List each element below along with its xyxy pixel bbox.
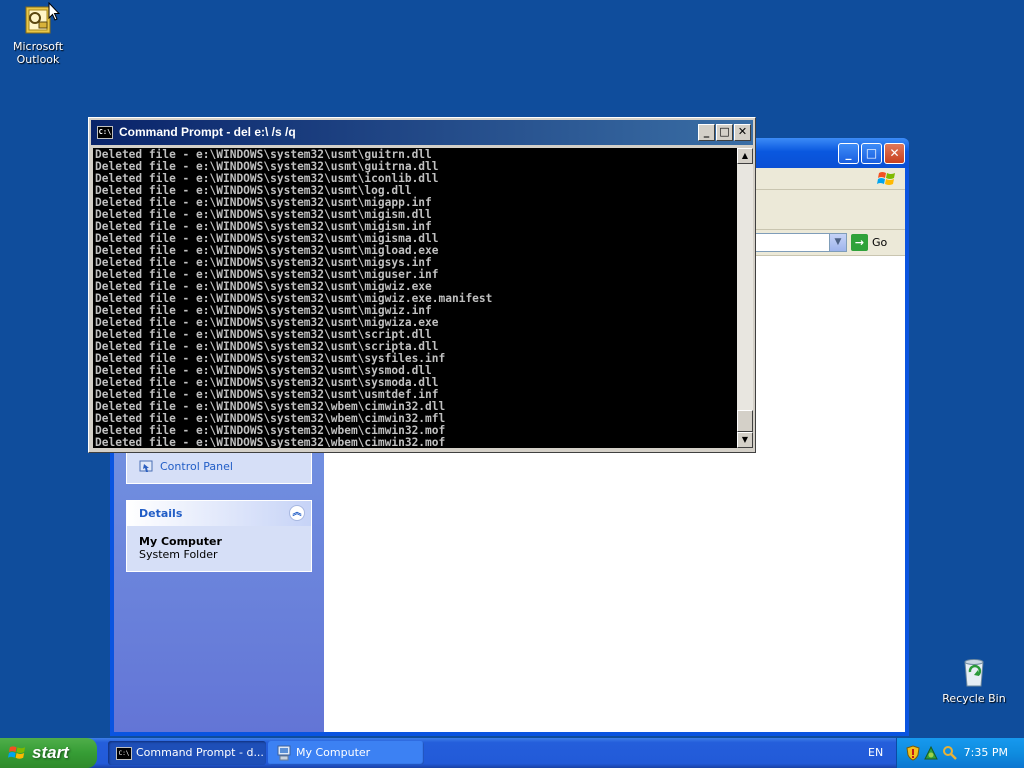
- collapse-chevron-icon[interactable]: ︽: [289, 505, 305, 521]
- cmd-close-button[interactable]: ✕: [734, 124, 751, 141]
- cmd-icon: C:\: [97, 126, 113, 139]
- cmd-minimize-button[interactable]: _: [698, 124, 715, 141]
- close-button[interactable]: ✕: [884, 143, 905, 164]
- control-panel-icon: [139, 460, 153, 472]
- cmd-titlebar[interactable]: C:\ Command Prompt - del e:\ /s /q _ □ ✕: [91, 120, 753, 145]
- cmd-maximize-button[interactable]: □: [716, 124, 733, 141]
- scroll-up-icon[interactable]: ▲: [737, 148, 753, 164]
- details-subtitle: System Folder: [139, 548, 218, 561]
- desktop-icon-label: Recycle Bin: [942, 692, 1006, 705]
- recycle-bin-icon: [958, 656, 990, 688]
- computer-icon: [277, 745, 291, 761]
- details-box: Details ︽ My Computer System Folder: [126, 500, 312, 572]
- taskbar: start C:\ Command Prompt - d... My Compu…: [0, 738, 1024, 768]
- control-panel-link[interactable]: Control Panel: [139, 460, 233, 474]
- details-title: My Computer: [139, 535, 222, 548]
- search-icon[interactable]: [942, 745, 958, 761]
- security-shield-icon[interactable]: [905, 745, 921, 761]
- scroll-down-icon[interactable]: ▼: [737, 432, 753, 448]
- mouse-cursor-icon: [48, 2, 60, 21]
- go-arrow-icon: →: [851, 234, 868, 251]
- other-places-box: Control Panel: [126, 452, 312, 484]
- cmd-icon: C:\: [116, 747, 132, 760]
- go-label: Go: [872, 236, 888, 249]
- console-output[interactable]: Deleted file - e:\WINDOWS\system32\usmt\…: [93, 148, 737, 448]
- address-dropdown-icon[interactable]: ▼: [829, 234, 846, 251]
- command-prompt-window[interactable]: C:\ Command Prompt - del e:\ /s /q _ □ ✕…: [88, 117, 756, 453]
- scroll-thumb[interactable]: [737, 410, 753, 432]
- details-header[interactable]: Details ︽: [127, 501, 311, 526]
- desktop-icon-label: Microsoft Outlook: [12, 40, 64, 66]
- network-icon[interactable]: [923, 745, 939, 761]
- language-indicator[interactable]: EN: [868, 738, 883, 768]
- console-line: Deleted file - e:\WINDOWS\system32\wbem\…: [95, 436, 446, 449]
- maximize-button[interactable]: □: [861, 143, 882, 164]
- windows-flag-icon: [877, 172, 895, 185]
- start-button[interactable]: start: [0, 738, 97, 768]
- windows-logo-icon: [8, 746, 26, 759]
- details-body: My Computer System Folder: [127, 526, 311, 571]
- minimize-button[interactable]: _: [838, 143, 859, 164]
- system-tray: 7:35 PM: [896, 738, 1024, 768]
- taskbar-item-my-computer[interactable]: My Computer: [268, 741, 424, 765]
- desktop-icon-outlook[interactable]: Microsoft Outlook: [0, 4, 76, 66]
- taskbar-item-command-prompt[interactable]: C:\ Command Prompt - d...: [108, 741, 266, 765]
- desktop-icon-recycle-bin[interactable]: Recycle Bin: [936, 656, 1012, 705]
- clock[interactable]: 7:35 PM: [964, 738, 1008, 768]
- cmd-scrollbar[interactable]: ▲ ▼: [737, 148, 753, 448]
- cmd-title: Command Prompt - del e:\ /s /q: [119, 125, 296, 139]
- go-button[interactable]: → Go: [851, 234, 897, 252]
